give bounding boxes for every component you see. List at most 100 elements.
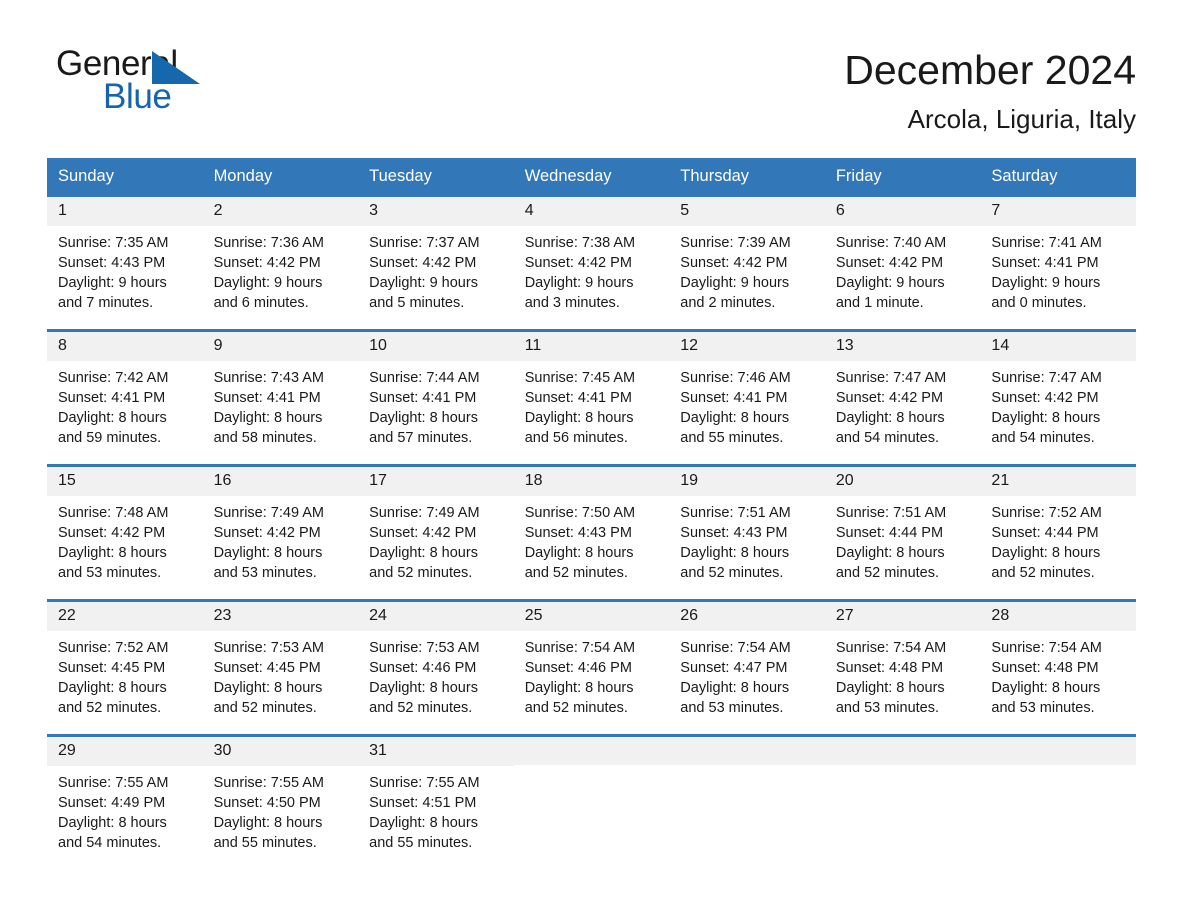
- day-cell-empty: [669, 736, 825, 869]
- day-details: Sunrise: 7:54 AM Sunset: 4:47 PM Dayligh…: [669, 631, 825, 719]
- weekday-header-wednesday: Wednesday: [524, 166, 612, 185]
- day-number: 23: [202, 601, 359, 631]
- day-cell[interactable]: 23 Sunrise: 7:53 AM Sunset: 4:45 PM Dayl…: [202, 601, 359, 734]
- sunrise-text: Sunrise: 7:36 AM: [213, 234, 324, 251]
- day-cell[interactable]: 22 Sunrise: 7:52 AM Sunset: 4:45 PM Dayl…: [47, 601, 203, 734]
- sunrise-text: Sunrise: 7:40 AM: [835, 234, 947, 251]
- day-cell[interactable]: 7 Sunrise: 7:41 AM Sunset: 4:41 PM Dayli…: [980, 196, 1136, 329]
- sunset-text: Sunset: 4:42 PM: [213, 525, 321, 542]
- day-cell[interactable]: 30 Sunrise: 7:55 AM Sunset: 4:50 PM Dayl…: [202, 736, 359, 869]
- sunrise-text: Sunrise: 7:41 AM: [991, 234, 1102, 251]
- day-cell[interactable]: 18 Sunrise: 7:50 AM Sunset: 4:43 PM Dayl…: [513, 466, 670, 599]
- daylight-text-line1: Daylight: 8 hours: [835, 410, 945, 427]
- daylight-text-line1: Daylight: 8 hours: [213, 410, 323, 427]
- sunset-text: Sunset: 4:41 PM: [991, 255, 1099, 272]
- day-cell[interactable]: 4 Sunrise: 7:38 AM Sunset: 4:42 PM Dayli…: [513, 196, 670, 329]
- daylight-text-line1: Daylight: 8 hours: [58, 545, 167, 562]
- day-number: 29: [47, 736, 203, 766]
- day-cell[interactable]: 20 Sunrise: 7:51 AM Sunset: 4:44 PM Dayl…: [824, 466, 981, 599]
- daylight-text-line2: and 0 minutes.: [991, 295, 1087, 312]
- daylight-text-line2: and 53 minutes.: [680, 700, 784, 717]
- day-details: Sunrise: 7:42 AM Sunset: 4:41 PM Dayligh…: [47, 361, 203, 449]
- sunset-text: Sunset: 4:48 PM: [991, 660, 1099, 677]
- daylight-text-line1: Daylight: 8 hours: [991, 680, 1101, 697]
- day-cell[interactable]: 1 Sunrise: 7:35 AM Sunset: 4:43 PM Dayli…: [47, 196, 203, 329]
- day-number: 28: [980, 601, 1136, 631]
- sunrise-text: Sunrise: 7:46 AM: [680, 369, 791, 386]
- sunset-text: Sunset: 4:45 PM: [213, 660, 321, 677]
- day-details: [514, 765, 670, 772]
- day-cell[interactable]: 19 Sunrise: 7:51 AM Sunset: 4:43 PM Dayl…: [669, 466, 825, 599]
- day-cell[interactable]: 2 Sunrise: 7:36 AM Sunset: 4:42 PM Dayli…: [202, 196, 359, 329]
- day-cell[interactable]: 9 Sunrise: 7:43 AM Sunset: 4:41 PM Dayli…: [202, 331, 359, 464]
- daylight-text-line1: Daylight: 8 hours: [835, 545, 945, 562]
- daylight-text-line2: and 53 minutes.: [213, 565, 317, 582]
- sunrise-text: Sunrise: 7:51 AM: [680, 504, 791, 521]
- day-cell[interactable]: 31 Sunrise: 7:55 AM Sunset: 4:51 PM Dayl…: [358, 736, 514, 869]
- daylight-text-line2: and 52 minutes.: [369, 700, 473, 717]
- day-cell[interactable]: 25 Sunrise: 7:54 AM Sunset: 4:46 PM Dayl…: [513, 601, 670, 734]
- day-cell[interactable]: 8 Sunrise: 7:42 AM Sunset: 4:41 PM Dayli…: [47, 331, 203, 464]
- day-cell[interactable]: 24 Sunrise: 7:53 AM Sunset: 4:46 PM Dayl…: [358, 601, 514, 734]
- sunset-text: Sunset: 4:46 PM: [524, 660, 632, 677]
- day-cell[interactable]: 10 Sunrise: 7:44 AM Sunset: 4:41 PM Dayl…: [358, 331, 514, 464]
- day-cell[interactable]: 3 Sunrise: 7:37 AM Sunset: 4:42 PM Dayli…: [358, 196, 514, 329]
- day-cell[interactable]: 13 Sunrise: 7:47 AM Sunset: 4:42 PM Dayl…: [824, 331, 981, 464]
- sunset-text: Sunset: 4:43 PM: [524, 525, 632, 542]
- daylight-text-line2: and 52 minutes.: [524, 700, 628, 717]
- day-number: 17: [358, 466, 514, 496]
- day-cell[interactable]: 15 Sunrise: 7:48 AM Sunset: 4:42 PM Dayl…: [47, 466, 203, 599]
- day-cell[interactable]: 29 Sunrise: 7:55 AM Sunset: 4:49 PM Dayl…: [47, 736, 203, 869]
- day-cell[interactable]: 11 Sunrise: 7:45 AM Sunset: 4:41 PM Dayl…: [513, 331, 670, 464]
- day-cell[interactable]: 27 Sunrise: 7:54 AM Sunset: 4:48 PM Dayl…: [824, 601, 981, 734]
- day-number: [669, 736, 825, 765]
- brand-logo[interactable]: General Blue: [56, 46, 256, 118]
- day-cell[interactable]: 28 Sunrise: 7:54 AM Sunset: 4:48 PM Dayl…: [980, 601, 1136, 734]
- daylight-text-line1: Daylight: 9 hours: [835, 275, 945, 292]
- day-details: Sunrise: 7:41 AM Sunset: 4:41 PM Dayligh…: [980, 226, 1136, 314]
- sunset-text: Sunset: 4:43 PM: [680, 525, 788, 542]
- daylight-text-line2: and 52 minutes.: [213, 700, 317, 717]
- day-cell[interactable]: 21 Sunrise: 7:52 AM Sunset: 4:44 PM Dayl…: [980, 466, 1136, 599]
- day-number: 11: [513, 331, 670, 361]
- weekday-header-row: Sunday Monday Tuesday Wednesday Thursday…: [47, 157, 1136, 197]
- calendar-grid: Sunday Monday Tuesday Wednesday Thursday…: [47, 157, 1136, 869]
- sunrise-text: Sunrise: 7:43 AM: [213, 369, 324, 386]
- sunrise-text: Sunrise: 7:49 AM: [369, 504, 480, 521]
- daylight-text-line1: Daylight: 9 hours: [213, 275, 323, 292]
- day-details: Sunrise: 7:55 AM Sunset: 4:49 PM Dayligh…: [47, 766, 203, 854]
- day-cell-empty: [980, 736, 1136, 869]
- daylight-text-line2: and 6 minutes.: [213, 295, 309, 312]
- weekday-header-tuesday: Tuesday: [369, 166, 432, 185]
- sunset-text: Sunset: 4:42 PM: [680, 255, 788, 272]
- day-cell[interactable]: 5 Sunrise: 7:39 AM Sunset: 4:42 PM Dayli…: [669, 196, 825, 329]
- day-number: 9: [202, 331, 359, 361]
- day-cell[interactable]: 14 Sunrise: 7:47 AM Sunset: 4:42 PM Dayl…: [980, 331, 1136, 464]
- day-cell[interactable]: 26 Sunrise: 7:54 AM Sunset: 4:47 PM Dayl…: [669, 601, 825, 734]
- page-title: December 2024: [844, 47, 1136, 93]
- day-details: Sunrise: 7:55 AM Sunset: 4:51 PM Dayligh…: [358, 766, 514, 854]
- sunrise-text: Sunrise: 7:53 AM: [369, 639, 480, 656]
- sunrise-text: Sunrise: 7:52 AM: [58, 639, 169, 656]
- daylight-text-line2: and 2 minutes.: [680, 295, 776, 312]
- week-row: 22 Sunrise: 7:52 AM Sunset: 4:45 PM Dayl…: [47, 598, 1136, 734]
- day-cell[interactable]: 6 Sunrise: 7:40 AM Sunset: 4:42 PM Dayli…: [824, 196, 981, 329]
- daylight-text-line2: and 53 minutes.: [991, 700, 1095, 717]
- sunrise-text: Sunrise: 7:50 AM: [524, 504, 636, 521]
- sunrise-text: Sunrise: 7:39 AM: [680, 234, 791, 251]
- weekday-header-sunday: Sunday: [58, 166, 114, 185]
- sunset-text: Sunset: 4:42 PM: [369, 525, 477, 542]
- day-cell[interactable]: 12 Sunrise: 7:46 AM Sunset: 4:41 PM Dayl…: [669, 331, 825, 464]
- day-cell[interactable]: 17 Sunrise: 7:49 AM Sunset: 4:42 PM Dayl…: [358, 466, 514, 599]
- daylight-text-line2: and 52 minutes.: [835, 565, 940, 582]
- sunset-text: Sunset: 4:41 PM: [213, 390, 321, 407]
- daylight-text-line1: Daylight: 8 hours: [680, 410, 790, 427]
- day-details: Sunrise: 7:50 AM Sunset: 4:43 PM Dayligh…: [514, 496, 670, 584]
- day-details: Sunrise: 7:44 AM Sunset: 4:41 PM Dayligh…: [358, 361, 514, 449]
- day-details: Sunrise: 7:38 AM Sunset: 4:42 PM Dayligh…: [514, 226, 670, 314]
- day-cell[interactable]: 16 Sunrise: 7:49 AM Sunset: 4:42 PM Dayl…: [202, 466, 359, 599]
- day-number: 25: [513, 601, 670, 631]
- day-number: 31: [358, 736, 514, 766]
- daylight-text-line1: Daylight: 8 hours: [991, 410, 1101, 427]
- daylight-text-line2: and 55 minutes.: [680, 430, 784, 447]
